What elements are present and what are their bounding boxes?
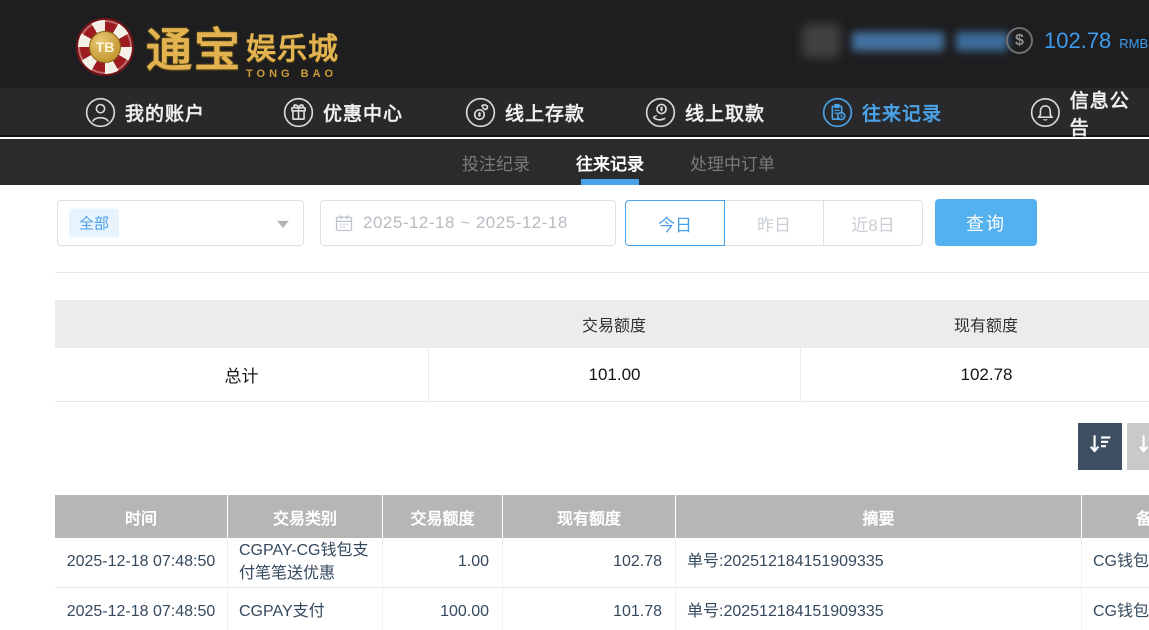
nav-label: 线上取款 xyxy=(685,99,765,126)
cell-amount: 100.00 xyxy=(383,588,503,630)
yesterday-button[interactable]: 昨日 xyxy=(724,200,824,246)
cell-balance: 101.78 xyxy=(503,588,676,630)
cell-summary: 单号:202512184151909335 xyxy=(676,538,1082,588)
tab-label: 处理中订单 xyxy=(690,150,775,175)
balance-display: $ 102.78 RMB xyxy=(1006,27,1148,54)
logo-text: 通宝 娱乐城 TONG BAO xyxy=(146,14,339,80)
brand-name-secondary: 娱乐城 xyxy=(246,35,339,65)
tab-pending-orders[interactable]: 处理中订单 xyxy=(686,139,779,185)
site-logo[interactable]: TB 通宝 娱乐城 TONG BAO xyxy=(76,14,339,80)
chip-label: TB xyxy=(89,31,121,63)
main-navigation: 我的账户 优惠中心 线上存款 xyxy=(0,88,1149,137)
col-header-type: 交易类别 xyxy=(228,495,383,538)
cell-note: CG钱包 xyxy=(1082,538,1149,588)
balance-amount: 102.78 xyxy=(1044,28,1111,54)
cell-type: CGPAY-CG钱包支付笔笔送优惠 xyxy=(228,538,383,588)
top-header: TB 通宝 娱乐城 TONG BAO $ 102.78 RMB xyxy=(0,0,1149,88)
date-range-value: 2025-12-18 ~ 2025-12-18 xyxy=(363,213,568,233)
summary-header-trade-amount: 交易额度 xyxy=(428,300,800,348)
brand-name-primary: 通宝 xyxy=(146,14,242,80)
sort-ascending-icon xyxy=(1136,431,1149,462)
user-icon xyxy=(85,97,116,128)
summary-table: 交易额度 现有额度 总计 101.00 102.78 xyxy=(55,300,1149,402)
nav-item-transactions[interactable]: 往来记录 xyxy=(822,88,942,137)
tab-transaction-records[interactable]: 往来记录 xyxy=(572,139,648,185)
cell-balance: 102.78 xyxy=(503,538,676,588)
col-header-summary: 摘要 xyxy=(676,495,1082,538)
today-button[interactable]: 今日 xyxy=(625,200,725,246)
calendar-icon xyxy=(334,213,354,233)
transaction-records-page: TB 通宝 娱乐城 TONG BAO $ 102.78 RMB xyxy=(0,0,1149,630)
cell-type: CGPAY支付 xyxy=(228,588,383,630)
date-range-input[interactable]: 2025-12-18 ~ 2025-12-18 xyxy=(320,200,616,246)
nav-label: 往来记录 xyxy=(862,99,942,126)
deposit-icon xyxy=(465,97,496,128)
sort-descending-button[interactable] xyxy=(1078,423,1122,470)
dollar-coin-icon: $ xyxy=(1006,27,1033,54)
nav-item-withdraw[interactable]: 线上取款 xyxy=(645,88,765,137)
col-header-time: 时间 xyxy=(55,495,228,538)
sort-ascending-button[interactable] xyxy=(1127,423,1149,470)
tab-betting-records[interactable]: 投注纪录 xyxy=(458,139,534,185)
chevron-down-icon xyxy=(277,221,289,228)
cell-time: 2025-12-18 07:48:50 xyxy=(55,538,228,588)
nav-item-announcements[interactable]: 信息公告 xyxy=(1030,88,1149,137)
summary-balance-total: 102.78 xyxy=(800,348,1149,402)
selected-filter-tag[interactable]: 全部 xyxy=(69,209,119,238)
withdraw-icon xyxy=(645,97,676,128)
last-8-days-button[interactable]: 近8日 xyxy=(823,200,923,246)
cell-time: 2025-12-18 07:48:50 xyxy=(55,588,228,630)
balance-currency: RMB xyxy=(1119,31,1148,51)
username-redacted xyxy=(802,24,1008,58)
nav-label: 我的账户 xyxy=(125,99,205,126)
sort-descending-icon xyxy=(1087,431,1113,462)
nav-label: 线上存款 xyxy=(505,99,585,126)
nav-label: 优惠中心 xyxy=(323,99,403,126)
summary-header-current-balance: 现有额度 xyxy=(800,300,1149,348)
cell-amount: 1.00 xyxy=(383,538,503,588)
cell-note: CG钱包 xyxy=(1082,588,1149,630)
subtab-bar: 投注纪录 往来记录 处理中订单 xyxy=(0,139,1149,185)
subtab-group: 投注纪录 往来记录 处理中订单 xyxy=(458,139,779,185)
col-header-note: 备注 xyxy=(1082,495,1149,538)
nav-label: 信息公告 xyxy=(1070,86,1149,140)
avatar xyxy=(802,24,840,58)
poker-chip-icon: TB xyxy=(76,18,134,76)
summary-header-empty xyxy=(55,300,428,348)
nav-item-my-account[interactable]: 我的账户 xyxy=(85,88,205,137)
records-icon xyxy=(822,97,853,128)
bell-icon xyxy=(1030,97,1061,128)
search-button[interactable]: 查询 xyxy=(935,199,1037,246)
active-tab-underline xyxy=(581,179,639,185)
col-header-amount: 交易额度 xyxy=(383,495,503,538)
username-blur-block xyxy=(956,32,1008,51)
sort-button-group xyxy=(1078,423,1149,470)
records-table: 时间 交易类别 交易额度 现有额度 摘要 备注 2025-12-18 07:48… xyxy=(55,495,1149,630)
summary-trade-total: 101.00 xyxy=(428,348,800,402)
divider xyxy=(55,272,1149,273)
nav-item-deposit[interactable]: 线上存款 xyxy=(465,88,585,137)
quick-range-group: 今日 昨日 近8日 xyxy=(625,200,923,246)
col-header-balance: 现有额度 xyxy=(503,495,676,538)
type-filter-select[interactable]: 全部 xyxy=(57,200,304,246)
cell-summary: 单号:202512184151909335 xyxy=(676,588,1082,630)
summary-total-label: 总计 xyxy=(55,348,428,402)
username-blur-block xyxy=(852,32,944,51)
nav-item-promotions[interactable]: 优惠中心 xyxy=(283,88,403,137)
tab-label: 往来记录 xyxy=(576,150,644,175)
gift-icon xyxy=(283,97,314,128)
tab-label: 投注纪录 xyxy=(462,150,530,175)
brand-name-english: TONG BAO xyxy=(246,68,339,80)
